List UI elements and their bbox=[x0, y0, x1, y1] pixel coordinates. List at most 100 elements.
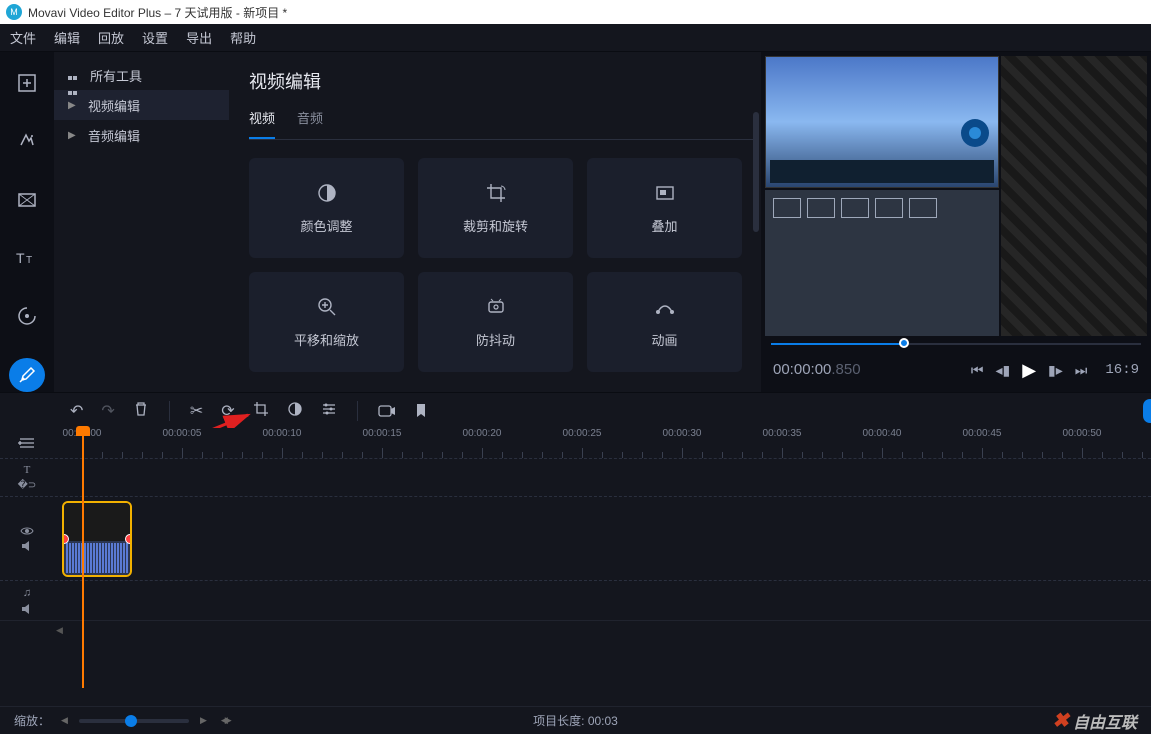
window-title: Movavi Video Editor Plus – 7 天试用版 - 新项目 … bbox=[28, 4, 287, 21]
menu-settings[interactable]: 设置 bbox=[142, 28, 168, 47]
menu-file[interactable]: 文件 bbox=[10, 28, 36, 47]
timeline-toolbar: ↶ ↷ ✂ ⟳ bbox=[0, 392, 1151, 428]
tool-crop-rotate[interactable]: 裁剪和旋转 bbox=[418, 158, 573, 258]
chevron-right-icon: ▶ bbox=[68, 130, 78, 141]
record-icon[interactable] bbox=[378, 403, 396, 419]
svg-text:T: T bbox=[26, 255, 32, 266]
chevron-right-icon: ▶ bbox=[68, 100, 78, 111]
timeline-ruler[interactable]: 00:00:00 00:00:05 00:00:10 00:00:15 00:0… bbox=[54, 428, 1151, 458]
undo-icon[interactable]: ↶ bbox=[70, 401, 83, 421]
marker-icon[interactable] bbox=[414, 403, 428, 419]
next-clip-icon[interactable]: ⏭ bbox=[1075, 362, 1088, 379]
visibility-icon[interactable] bbox=[20, 526, 34, 536]
zoom-icon bbox=[316, 296, 338, 318]
track-body[interactable] bbox=[54, 459, 1151, 496]
panel-title: 视频编辑 bbox=[249, 68, 753, 94]
more-tools-icon[interactable] bbox=[9, 358, 45, 392]
watermark-logo-icon: ✖ bbox=[1052, 708, 1069, 733]
preview-seek-bar[interactable] bbox=[771, 340, 1141, 348]
tools-panel: 视频编辑 视频 音频 颜色调整 裁剪和旋转 叠加 平移和缩放 bbox=[229, 52, 761, 392]
crop-icon bbox=[485, 182, 507, 204]
tool-rail: TT bbox=[0, 52, 54, 392]
panel-scrollbar[interactable] bbox=[753, 112, 759, 232]
contrast-icon bbox=[316, 182, 338, 204]
track-audio: ♫ bbox=[0, 580, 1151, 620]
preview-timecode: 00:00:00.850 bbox=[773, 361, 861, 379]
tab-audio[interactable]: 音频 bbox=[297, 108, 323, 139]
app-icon: M bbox=[6, 4, 22, 20]
menu-bar: 文件 编辑 回放 设置 导出 帮助 bbox=[0, 24, 1151, 52]
zoom-fit-icon[interactable]: ◀▶ bbox=[218, 715, 232, 726]
tool-label: 防抖动 bbox=[476, 330, 515, 349]
properties-icon[interactable] bbox=[321, 401, 337, 421]
timeline-hscroll[interactable]: ◀ bbox=[0, 620, 1151, 636]
sidebar: 所有工具 ▶ 视频编辑 ▶ 音频编辑 bbox=[54, 52, 229, 392]
track-video bbox=[0, 496, 1151, 580]
preview-canvas[interactable] bbox=[761, 52, 1151, 340]
clip-trim-right[interactable] bbox=[125, 534, 132, 544]
redo-icon[interactable]: ↷ bbox=[101, 401, 114, 421]
prev-frame-icon[interactable]: ◂▮ bbox=[995, 362, 1010, 379]
menu-help[interactable]: 帮助 bbox=[230, 28, 256, 47]
zoom-in-icon[interactable]: ▶ bbox=[197, 715, 210, 726]
import-icon[interactable] bbox=[9, 66, 45, 100]
track-head-audio[interactable]: ♫ bbox=[0, 581, 54, 620]
tab-video[interactable]: 视频 bbox=[249, 108, 275, 139]
transitions-icon[interactable] bbox=[9, 183, 45, 217]
zoom-slider[interactable] bbox=[79, 719, 189, 723]
tool-color-adjust[interactable]: 颜色调整 bbox=[249, 158, 404, 258]
track-head-video[interactable] bbox=[0, 497, 54, 580]
cut-icon[interactable]: ✂ bbox=[190, 401, 203, 421]
effects-icon[interactable] bbox=[9, 124, 45, 158]
link-icon[interactable]: �⊃ bbox=[18, 480, 37, 491]
mute-icon[interactable] bbox=[21, 603, 33, 615]
sidebar-item-video-edit[interactable]: ▶ 视频编辑 bbox=[54, 90, 229, 120]
color-icon[interactable] bbox=[287, 401, 303, 421]
track-body[interactable] bbox=[54, 497, 1151, 580]
tool-label: 颜色调整 bbox=[300, 216, 352, 235]
track-head-titles[interactable]: T �⊃ bbox=[0, 459, 54, 496]
tool-stabilize[interactable]: 防抖动 bbox=[418, 272, 573, 372]
panel-tabs: 视频 音频 bbox=[249, 108, 753, 140]
zoom-out-icon[interactable]: ◀ bbox=[58, 715, 71, 726]
prev-clip-icon[interactable]: ⏮ bbox=[971, 362, 984, 379]
crop-icon[interactable] bbox=[253, 401, 269, 421]
play-icon[interactable]: ▶ bbox=[1022, 360, 1036, 381]
status-bar: 缩放： ◀ ▶ ◀▶ 项目长度: 00:03 ✖ 自由互联 bbox=[0, 706, 1151, 734]
toolbar-expand-handle[interactable] bbox=[1143, 399, 1151, 423]
sidebar-item-all-tools[interactable]: 所有工具 bbox=[54, 60, 229, 90]
stickers-icon[interactable] bbox=[9, 299, 45, 333]
sidebar-item-audio-edit[interactable]: ▶ 音频编辑 bbox=[54, 120, 229, 150]
title-bar: M Movavi Video Editor Plus – 7 天试用版 - 新项… bbox=[0, 0, 1151, 24]
sidebar-item-label: 所有工具 bbox=[90, 66, 142, 85]
next-frame-icon[interactable]: ▮▸ bbox=[1048, 362, 1063, 379]
tool-label: 叠加 bbox=[651, 216, 677, 235]
overlay-icon bbox=[654, 182, 676, 204]
zoom-label: 缩放： bbox=[14, 712, 50, 729]
tool-animate[interactable]: 动画 bbox=[587, 272, 742, 372]
track-body[interactable] bbox=[54, 581, 1151, 620]
rotate-icon[interactable]: ⟳ bbox=[221, 401, 234, 421]
aspect-ratio[interactable]: 16:9 bbox=[1105, 362, 1139, 378]
preview-pane: 00:00:00.850 ⏮ ◂▮ ▶ ▮▸ ⏭ 16:9 bbox=[761, 52, 1151, 392]
video-clip[interactable] bbox=[62, 501, 132, 577]
text-icon[interactable]: TT bbox=[9, 241, 45, 275]
mute-icon[interactable] bbox=[21, 540, 33, 552]
grid-icon bbox=[68, 69, 80, 81]
text-track-icon: T bbox=[24, 464, 31, 476]
tool-label: 裁剪和旋转 bbox=[463, 216, 528, 235]
menu-playback[interactable]: 回放 bbox=[98, 28, 124, 47]
music-icon: ♫ bbox=[23, 587, 31, 599]
zoom-control: 缩放： ◀ ▶ ◀▶ bbox=[14, 712, 232, 729]
seek-thumb[interactable] bbox=[899, 338, 909, 348]
menu-edit[interactable]: 编辑 bbox=[54, 28, 80, 47]
zoom-slider-thumb[interactable] bbox=[125, 715, 137, 727]
playhead[interactable] bbox=[82, 428, 84, 688]
main-area: TT 所有工具 ▶ 视频编辑 ▶ 音频编辑 视频编辑 视频 音频 bbox=[0, 52, 1151, 392]
menu-export[interactable]: 导出 bbox=[186, 28, 212, 47]
preview-video-frame-right bbox=[1001, 56, 1147, 336]
tool-overlay[interactable]: 叠加 bbox=[587, 158, 742, 258]
tool-pan-zoom[interactable]: 平移和缩放 bbox=[249, 272, 404, 372]
delete-icon[interactable] bbox=[133, 401, 149, 421]
add-track-icon[interactable] bbox=[0, 428, 54, 458]
